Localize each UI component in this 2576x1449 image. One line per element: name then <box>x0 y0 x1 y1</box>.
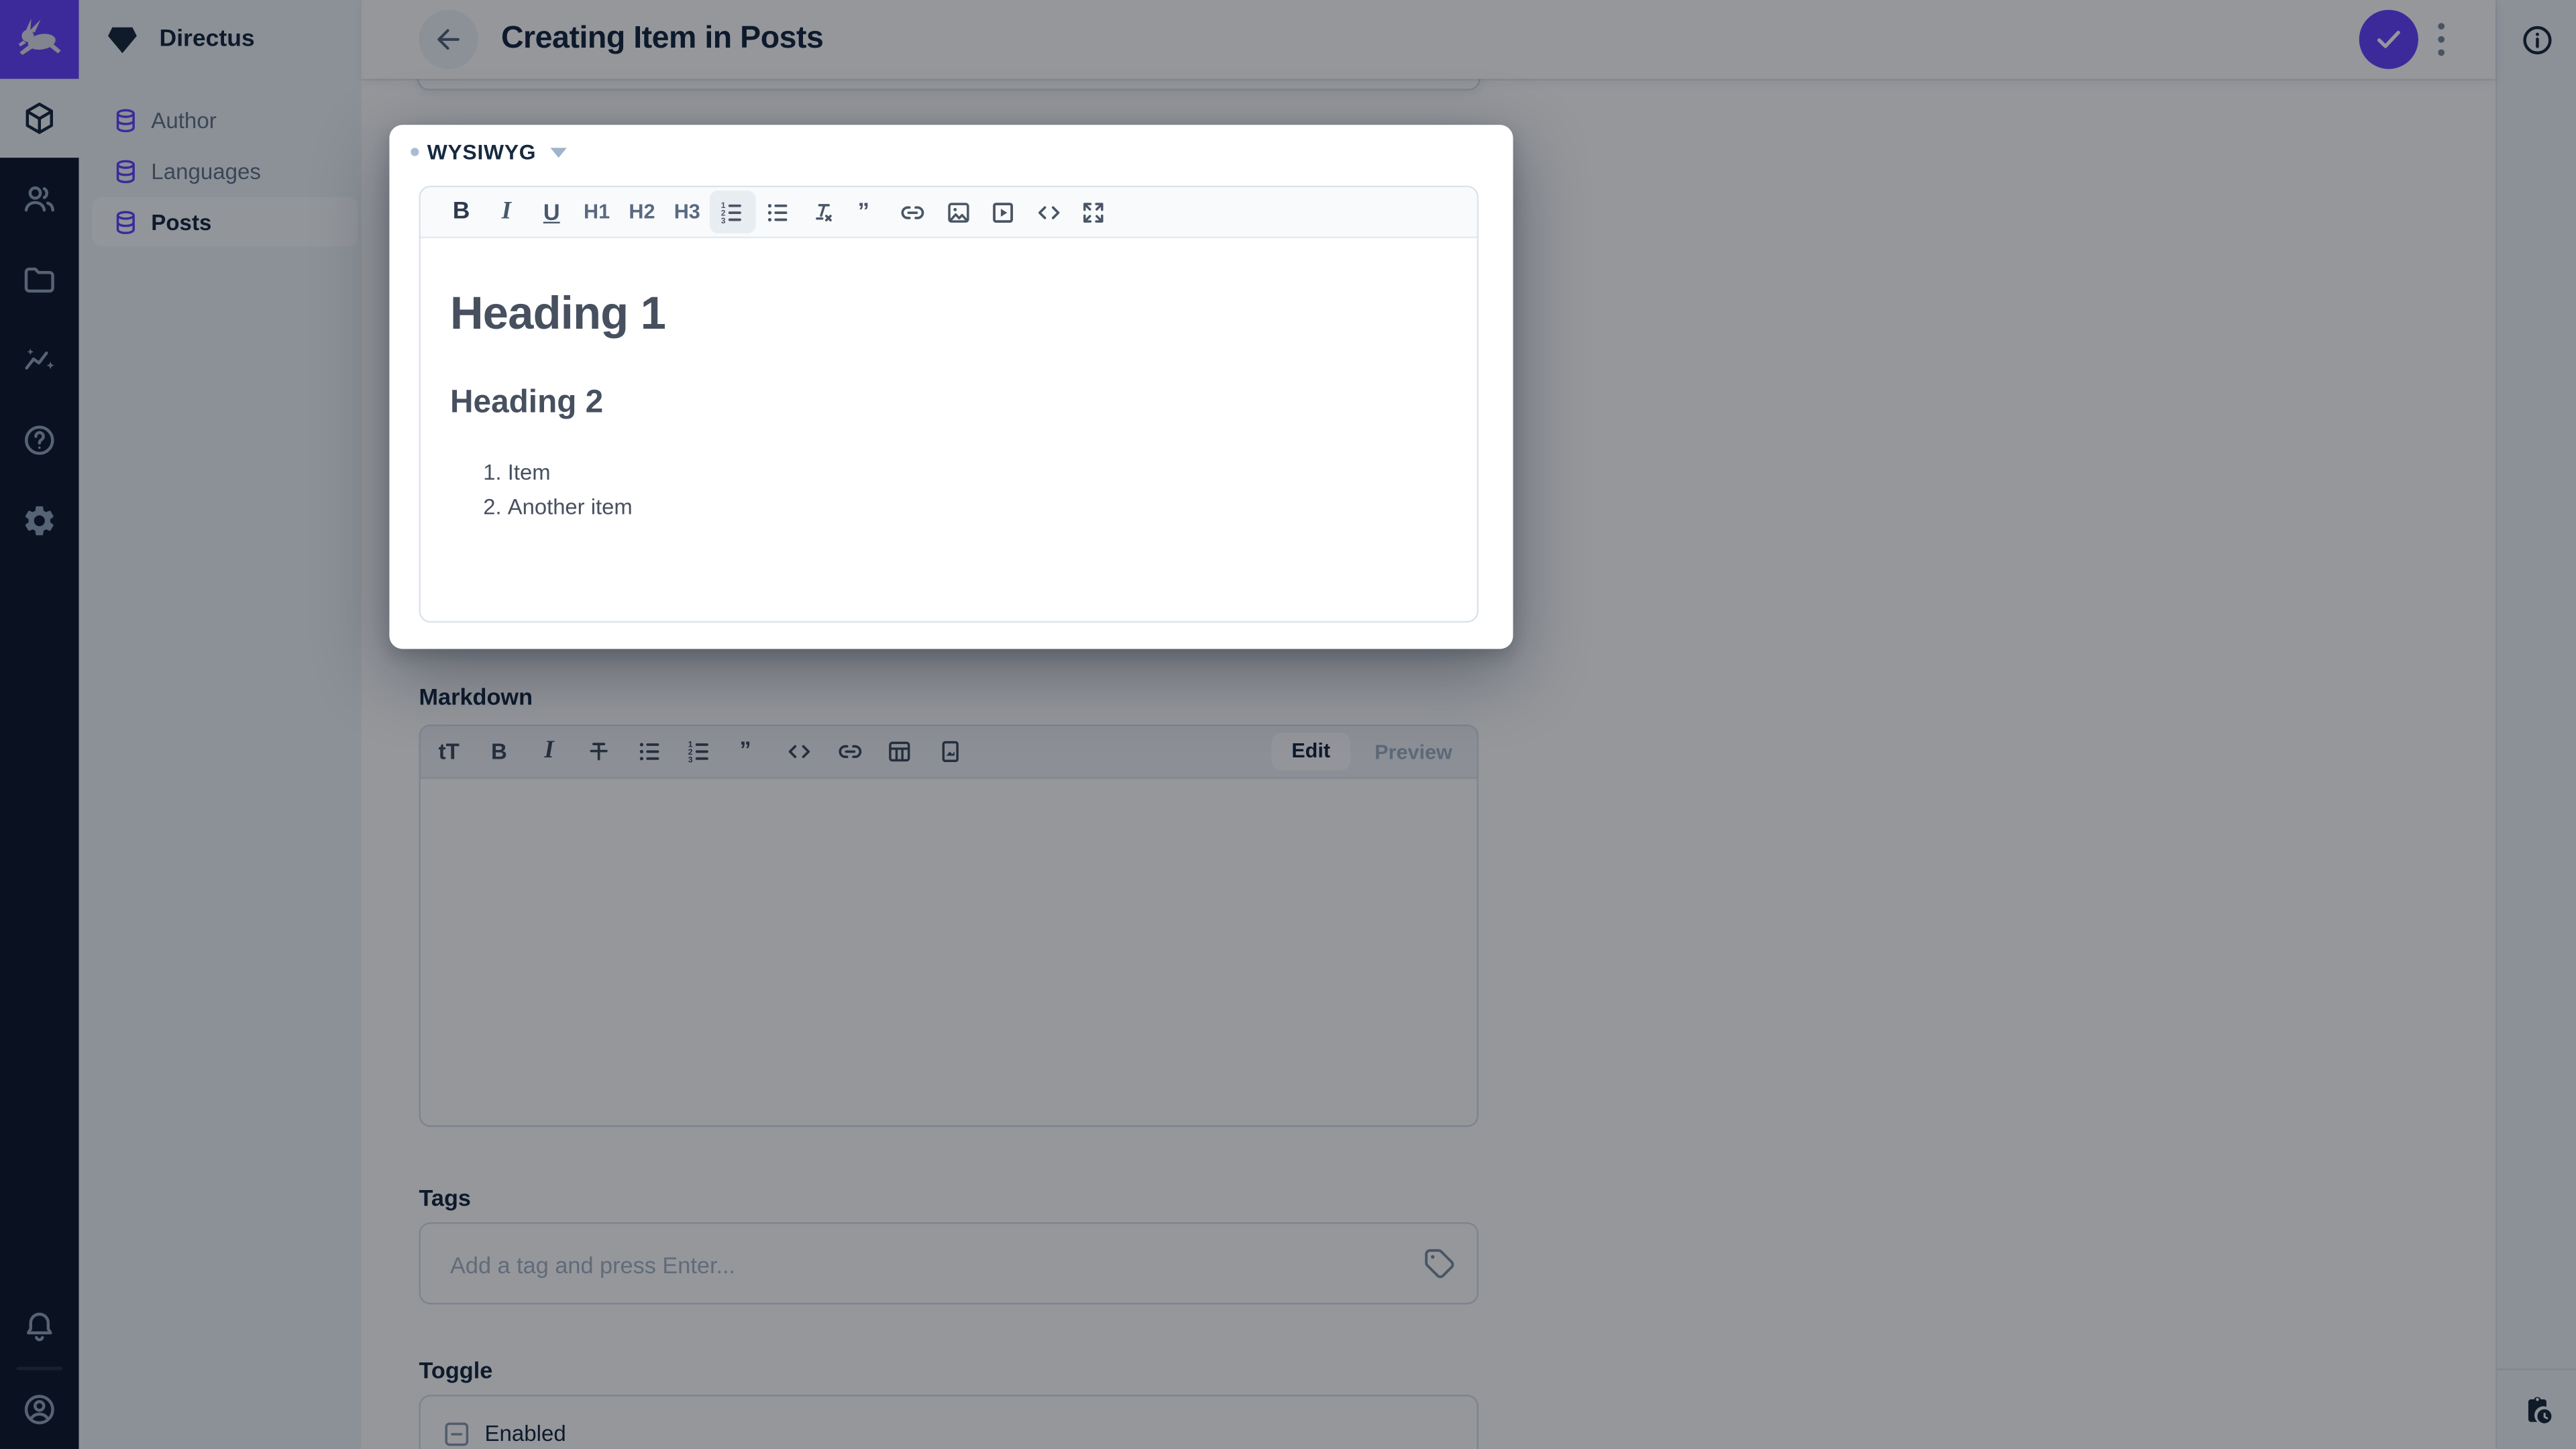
wysiwyg-field-card: WYSIWYG B I U H1 H2 H3 1 2 3 ” Heading 1… <box>389 125 1513 649</box>
code-icon <box>1038 205 1059 219</box>
list-item: Item <box>508 458 1448 486</box>
content-ordered-list: Item Another item <box>450 458 1448 520</box>
blockquote-tool-button[interactable]: ” <box>845 191 890 233</box>
content-heading-2: Heading 2 <box>450 384 604 421</box>
fullscreen-icon <box>1083 202 1104 222</box>
h3-icon: H3 <box>674 200 700 224</box>
bold-tool-button[interactable]: B <box>439 191 484 233</box>
h3-tool-button[interactable]: H3 <box>665 191 710 233</box>
list-item: Another item <box>508 492 1448 521</box>
svg-text:”: ” <box>857 198 869 223</box>
underline-tool-button[interactable]: U <box>529 191 574 233</box>
fullscreen-tool-button[interactable] <box>1071 191 1116 233</box>
h2-icon: H2 <box>629 200 655 224</box>
blockquote-icon: ” <box>857 198 869 223</box>
wysiwyg-editor: B I U H1 H2 H3 1 2 3 ” Heading 1 Heading… <box>419 185 1479 623</box>
italic-tool-button[interactable]: I <box>484 191 529 233</box>
link-icon <box>902 205 924 219</box>
numbered-list-tool-button-active[interactable]: 1 2 3 <box>709 191 755 233</box>
directus-app: Directus Author Languages Posts Creating… <box>0 0 2576 1449</box>
numbered-list-icon: 1 2 3 <box>721 200 742 225</box>
bold-icon: B <box>452 199 470 225</box>
svg-text:3: 3 <box>721 215 726 225</box>
chevron-down-icon <box>551 148 568 158</box>
wysiwyg-field-label: WYSIWYG <box>427 140 537 164</box>
image-icon <box>947 202 969 222</box>
source-code-tool-button[interactable] <box>1026 191 1071 233</box>
wysiwyg-field-header[interactable]: WYSIWYG <box>411 140 568 164</box>
h1-icon: H1 <box>584 200 610 224</box>
wysiwyg-toolbar: B I U H1 H2 H3 1 2 3 ” <box>420 187 1477 239</box>
bullet-list-tool-button[interactable] <box>755 191 800 233</box>
clear-format-tool-button[interactable] <box>800 191 845 233</box>
h2-tool-button[interactable]: H2 <box>619 191 664 233</box>
wysiwyg-content[interactable]: Heading 1 Heading 2 Item Another item <box>421 288 1477 521</box>
video-icon <box>993 202 1014 222</box>
underline-icon: U <box>543 199 560 225</box>
bullet-list-icon <box>767 203 787 221</box>
h1-tool-button[interactable]: H1 <box>574 191 619 233</box>
italic-icon: I <box>501 198 512 225</box>
link-tool-button[interactable] <box>890 191 935 233</box>
image-tool-button[interactable] <box>936 191 981 233</box>
content-heading-1: Heading 1 <box>450 287 666 339</box>
media-tool-button[interactable] <box>981 191 1026 233</box>
unsaved-dot-icon <box>411 148 419 156</box>
clear-format-icon <box>816 203 833 221</box>
